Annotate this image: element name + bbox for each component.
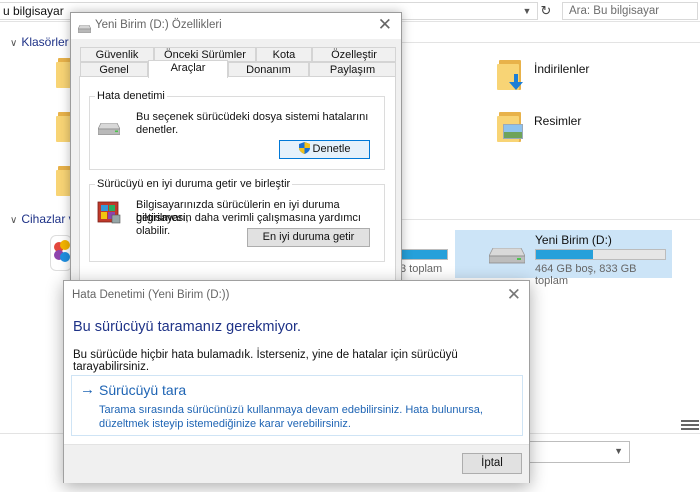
check-button[interactable]: Denetle — [279, 140, 370, 159]
folder-label-downloads[interactable]: İndirilenler — [534, 62, 589, 76]
tools-tab-panel: Hata denetimi Bu seçenek sürücüdeki dosy… — [79, 76, 396, 292]
check-button-label: Denetle — [312, 143, 351, 155]
photos-app-icon[interactable] — [50, 235, 72, 271]
refresh-icon[interactable]: ↻ — [538, 2, 554, 20]
error-checking-legend: Hata denetimi — [95, 90, 167, 102]
error-checking-text-line2: denetler. — [136, 124, 179, 136]
close-icon[interactable]: ✕ — [378, 16, 392, 34]
optimize-group: Sürücüyü en iyi duruma getir ve birleşti… — [89, 178, 385, 262]
chevron-down-icon: ∨ — [10, 215, 18, 226]
hard-drive-icon — [488, 247, 526, 267]
folders-group-divider — [402, 42, 700, 43]
explorer-bottom-dropdown[interactable]: ▼ — [528, 441, 630, 463]
uac-shield-icon — [298, 142, 310, 154]
error-checking-dialog: Hata Denetimi (Yeni Birim (D:)) ✕ Bu sür… — [63, 280, 530, 483]
drive-d-tile[interactable]: Yeni Birim (D:) 464 GB boş, 833 GB topla… — [455, 230, 672, 287]
drive-d-free-text: 464 GB boş, 833 GB toplam — [535, 263, 637, 287]
defragment-icon — [96, 199, 122, 228]
error-checking-footer: İptal — [64, 444, 529, 483]
error-checking-text-line1: Bu seçenek sürücüdeki dosya sistemi hata… — [136, 111, 369, 123]
pictures-folder-icon[interactable] — [497, 112, 523, 142]
tab-customize[interactable]: Özelleştir — [312, 47, 396, 62]
close-icon[interactable]: ✕ — [507, 285, 521, 305]
scan-drive-description: Tarama sırasında sürücünüzü kullanmaya d… — [99, 404, 483, 430]
tab-quota[interactable]: Kota — [256, 47, 312, 62]
tab-hardware[interactable]: Donanım — [228, 62, 309, 77]
address-dropdown-icon[interactable]: ▼ — [521, 3, 533, 19]
drive-c-total-text: 3 toplam — [400, 263, 443, 275]
view-details-icon[interactable] — [681, 418, 699, 432]
download-arrow-icon — [509, 74, 523, 90]
optimize-button[interactable]: En iyi duruma getir — [247, 228, 370, 247]
tab-tools[interactable]: Araçlar — [148, 60, 228, 78]
tab-sharing[interactable]: Paylaşım — [309, 62, 396, 77]
cancel-button[interactable]: İptal — [462, 453, 522, 474]
error-checking-heading: Bu sürücüyü taramanız gerekmiyor. — [73, 319, 302, 335]
drive-small-icon — [77, 22, 92, 36]
chevron-down-icon: ▼ — [614, 446, 623, 456]
error-checking-message: Bu sürücüde hiçbir hata bulamadık. İster… — [73, 349, 458, 373]
downloads-folder-icon[interactable] — [497, 60, 523, 90]
folders-group-header[interactable]: ∨ Klasörler ( — [10, 35, 76, 49]
devices-group-divider — [402, 219, 700, 220]
scan-drive-command-link[interactable]: → Sürücüyü tara Tarama sırasında sürücün… — [71, 375, 523, 436]
folder-label-pictures[interactable]: Resimler — [534, 114, 581, 128]
arrow-right-icon: → — [80, 381, 95, 398]
hard-drive-icon — [97, 122, 121, 138]
tab-security[interactable]: Güvenlik — [80, 47, 154, 62]
chevron-down-icon: ∨ — [10, 38, 18, 49]
drive-d-usage-fill — [536, 250, 593, 259]
search-placeholder: Ara: Bu bilgisayar — [569, 5, 660, 17]
address-text: u bilgisayar — [3, 4, 64, 18]
drive-d-name: Yeni Birim (D:) — [535, 233, 612, 247]
error-checking-group: Hata denetimi Bu seçenek sürücüdeki dosy… — [89, 90, 385, 170]
tab-general[interactable]: Genel — [80, 62, 148, 77]
scan-drive-title: Sürücüyü tara — [99, 382, 187, 398]
properties-title: Yeni Birim (D:) Özellikleri — [95, 19, 222, 31]
optimize-legend: Sürücüyü en iyi duruma getir ve birleşti… — [95, 178, 293, 190]
error-checking-dialog-title: Hata Denetimi (Yeni Birim (D:)) — [72, 289, 230, 301]
picture-thumbnail-icon — [503, 124, 523, 139]
search-input[interactable]: Ara: Bu bilgisayar — [562, 2, 698, 20]
drive-properties-dialog: Yeni Birim (D:) Özellikleri ✕ Güvenlik Ö… — [70, 12, 402, 292]
folders-group-label: Klasörler ( — [21, 35, 77, 49]
properties-title-bar[interactable]: Yeni Birim (D:) Özellikleri ✕ — [71, 13, 401, 39]
drive-d-usage-bar — [535, 249, 666, 260]
